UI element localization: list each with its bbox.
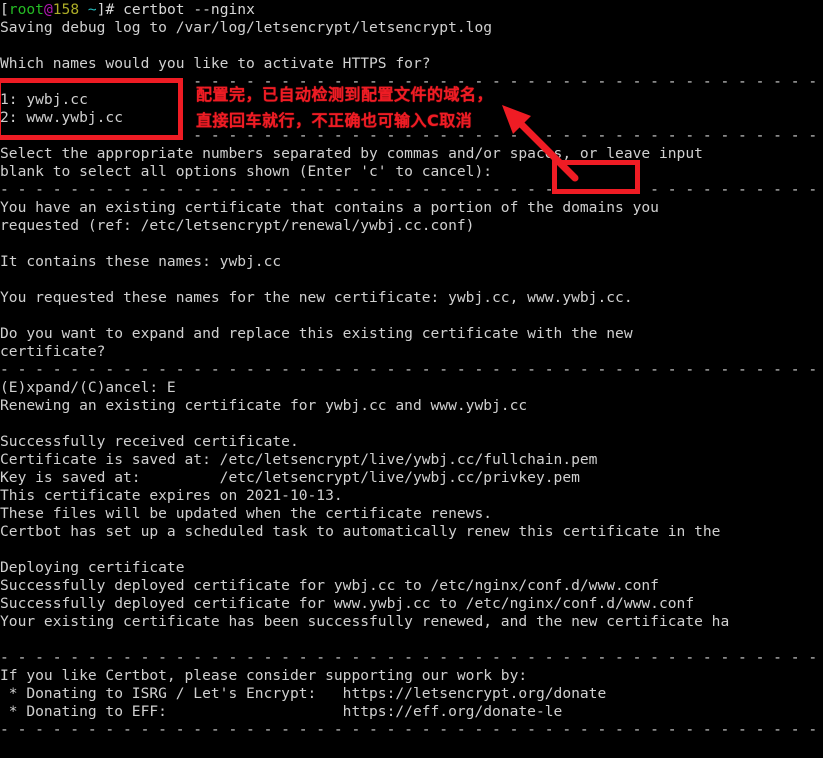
- output-line-deployed-www: Successfully deployed certificate for ww…: [0, 595, 695, 612]
- output-line-renewed-summary: Your existing certificate has been succe…: [0, 613, 730, 630]
- output-line-select-instructions-1: Select the appropriate numbers separated…: [0, 145, 703, 162]
- prompt-at-icon: @: [43, 1, 53, 18]
- prompt-sigil: #: [105, 1, 124, 18]
- annotation-note-line-2: 直接回车就行，不正确也可输入C取消: [196, 111, 473, 130]
- output-line-received-certificate: Successfully received certificate.: [0, 433, 299, 450]
- separator-3: - - - - - - - - - - - - - - - - - - - - …: [0, 181, 818, 198]
- separator-4: - - - - - - - - - - - - - - - - - - - - …: [0, 361, 818, 378]
- output-line-key-path: Key is saved at: /etc/letsencrypt/live/y…: [0, 469, 580, 486]
- output-line-support-intro: If you like Certbot, please consider sup…: [0, 667, 528, 684]
- output-line-which-names-question: Which names would you like to activate H…: [0, 55, 431, 72]
- terminal-window[interactable]: [root@158 ~]# certbot --nginx Saving deb…: [0, 0, 823, 758]
- prompt-user: root: [8, 1, 44, 18]
- output-line-requested-names: You requested these names for the new ce…: [0, 289, 633, 306]
- output-line-donate-isrg: * Donating to ISRG / Let's Encrypt: http…: [0, 685, 607, 702]
- prompt-bracket-open: [: [0, 1, 9, 18]
- output-line-expand-question-1: Do you want to expand and replace this e…: [0, 325, 633, 342]
- output-line-saving-debug-log: Saving debug log to /var/log/letsencrypt…: [0, 19, 493, 36]
- output-line-existing-cert-2: requested (ref: /etc/letsencrypt/renewal…: [0, 217, 475, 234]
- output-line-certificate-path: Certificate is saved at: /etc/letsencryp…: [0, 451, 598, 468]
- output-line-existing-cert-1: You have an existing certificate that co…: [0, 199, 659, 216]
- output-line-donate-eff: * Donating to EFF: https://eff.org/donat…: [0, 703, 563, 720]
- command-text: certbot --nginx: [123, 1, 255, 18]
- output-line-scheduled-task: Certbot has set up a scheduled task to a…: [0, 523, 721, 540]
- output-line-expiry-date: This certificate expires on 2021-10-13.: [0, 487, 343, 504]
- output-line-renewing: Renewing an existing certificate for ywb…: [0, 397, 528, 414]
- output-line-deploying-certificate: Deploying certificate: [0, 559, 185, 576]
- output-line-expand-question-2: certificate?: [0, 343, 106, 360]
- prompt-line: [root@158 ~]# certbot --nginx: [0, 1, 823, 19]
- output-line-files-updated: These files will be updated when the cer…: [0, 505, 493, 522]
- output-line-select-instructions-2: blank to select all options shown (Enter…: [0, 163, 493, 180]
- output-line-deployed-apex: Successfully deployed certificate for yw…: [0, 577, 659, 594]
- separator-5: - - - - - - - - - - - - - - - - - - - - …: [0, 649, 818, 666]
- annotation-note-line-1: 配置完，已自动检测到配置文件的域名，: [196, 85, 494, 104]
- prompt-host: 158: [52, 1, 80, 18]
- separator-6: - - - - - - - - - - - - - - - - - - - - …: [0, 721, 818, 738]
- prompt-path: ~: [79, 1, 97, 18]
- output-line-expand-cancel-answer: (E)xpand/(C)ancel: E: [0, 379, 176, 396]
- output-line-contains-names: It contains these names: ywbj.cc: [0, 253, 282, 270]
